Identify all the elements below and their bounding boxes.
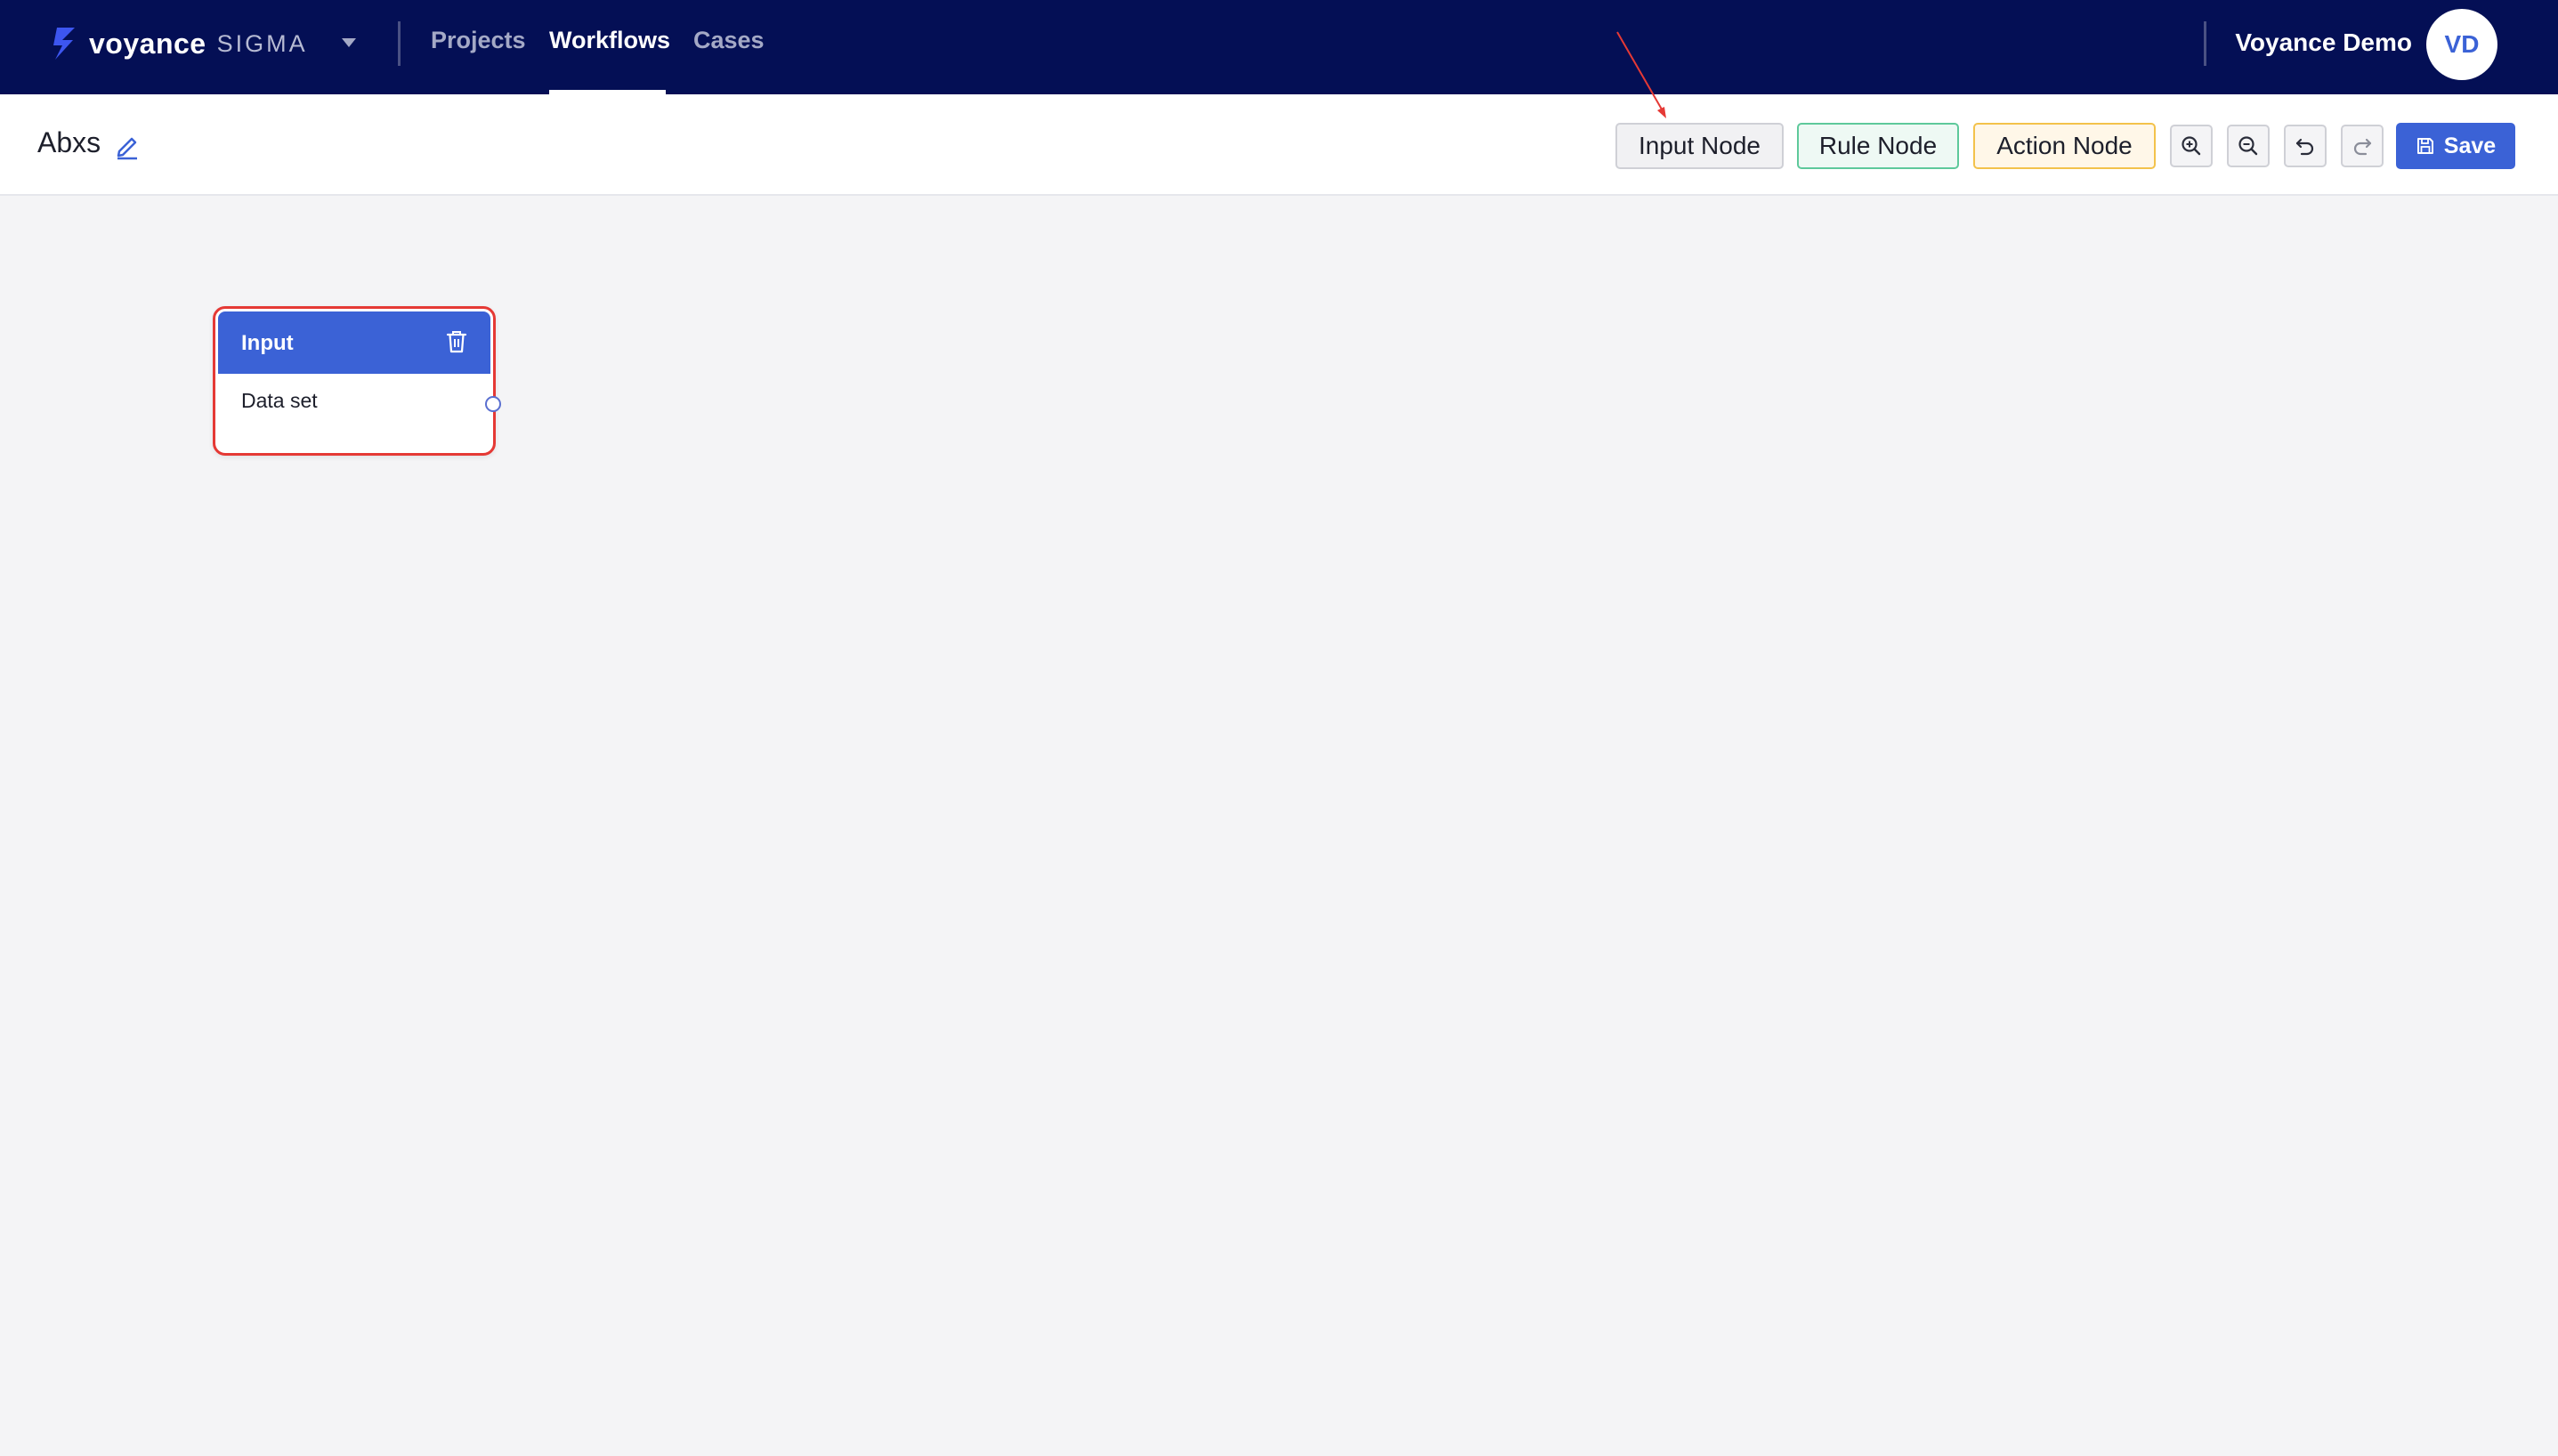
input-node[interactable]: Input Data set: [213, 306, 501, 456]
pencil-icon: [117, 137, 137, 160]
user-name[interactable]: Voyance Demo: [2235, 28, 2412, 57]
brand-name: voyance: [89, 27, 206, 60]
node-header: Input: [218, 311, 490, 374]
delete-node-button[interactable]: [442, 328, 471, 356]
workflow-toolbar: Abxs Input Node Rule Node Action Node Sa…: [0, 94, 2558, 196]
save-icon: [2416, 138, 2433, 154]
redo-icon: [2353, 138, 2372, 156]
save-label: Save: [2443, 133, 2497, 158]
product-name: SIGMA: [216, 29, 308, 57]
top-navbar: voyance SIGMA Projects Workflows Cases V…: [0, 0, 2558, 94]
node-field-label: Data set: [241, 389, 318, 412]
zoom-in-icon: [2182, 136, 2201, 156]
save-button[interactable]: Save: [2396, 123, 2515, 169]
add-rule-node-button[interactable]: Rule Node: [1797, 123, 1959, 169]
trash-icon: [446, 331, 467, 353]
undo-icon: [2295, 138, 2314, 156]
nav-tab-projects[interactable]: Projects: [431, 27, 526, 54]
node-title: Input: [241, 331, 294, 355]
nav-divider-right: [2204, 21, 2206, 66]
app-switcher-dropdown[interactable]: [331, 25, 367, 61]
workflow-canvas[interactable]: Input Data set: [0, 198, 2558, 1456]
node-output-port[interactable]: [485, 396, 501, 412]
zoom-out-icon: [2238, 136, 2258, 156]
edit-title-button[interactable]: [112, 130, 142, 160]
brand-logo[interactable]: voyance SIGMA: [52, 23, 308, 64]
nav-divider: [398, 21, 401, 66]
caret-down-icon: [342, 38, 356, 47]
voyance-logo-icon: [53, 28, 75, 60]
zoom-in-button[interactable]: [2170, 125, 2213, 167]
nav-tab-cases[interactable]: Cases: [693, 27, 765, 54]
add-action-node-button[interactable]: Action Node: [1973, 123, 2156, 169]
workflow-title: Abxs: [37, 126, 101, 158]
add-input-node-button[interactable]: Input Node: [1615, 123, 1784, 169]
user-avatar[interactable]: VD: [2426, 9, 2497, 80]
undo-button[interactable]: [2284, 125, 2327, 167]
nav-tab-workflows[interactable]: Workflows: [549, 27, 670, 54]
zoom-out-button[interactable]: [2227, 125, 2270, 167]
redo-button[interactable]: [2341, 125, 2384, 167]
